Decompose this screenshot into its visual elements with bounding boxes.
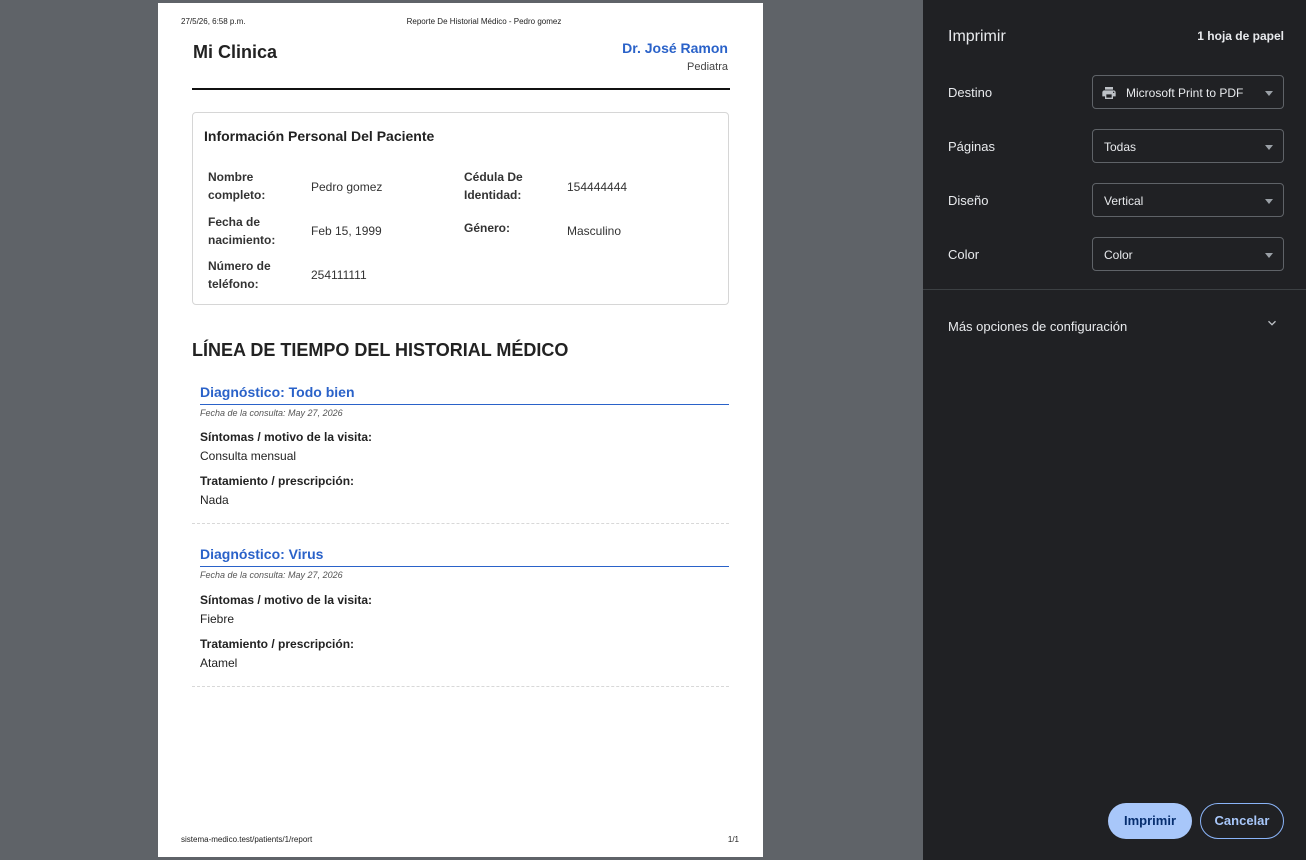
patient-info-title: Información Personal Del Paciente xyxy=(204,128,435,144)
print-button[interactable]: Imprimir xyxy=(1108,803,1192,839)
treatment-text: Nada xyxy=(200,493,229,507)
destination-label: Destino xyxy=(948,85,993,100)
destination-value: Microsoft Print to PDF xyxy=(1126,86,1244,100)
print-dialog-title: Imprimir xyxy=(948,28,1006,45)
full-name-value: Pedro gomez xyxy=(311,180,383,194)
panel-divider xyxy=(923,289,1306,290)
destination-select[interactable]: Microsoft Print to PDF xyxy=(1092,75,1284,109)
preview-page: 27/5/26, 6:58 p.m. Reporte De Historial … xyxy=(158,3,763,857)
diagnosis-title: Diagnóstico: Todo bien xyxy=(200,384,355,400)
diagnosis-underline xyxy=(200,566,729,567)
page-header-title: Reporte De Historial Médico - Pedro gome… xyxy=(406,17,562,26)
gender-label: Género: xyxy=(464,221,511,235)
chevron-down-icon[interactable] xyxy=(1265,316,1279,330)
sheet-count: 1 hoja de papel xyxy=(1197,29,1284,43)
full-name-label: Nombre completo: xyxy=(208,170,266,202)
treatment-label: Tratamiento / prescripción: xyxy=(200,637,355,651)
cancel-button[interactable]: Cancelar xyxy=(1200,803,1284,839)
id-value: 154444444 xyxy=(567,180,628,194)
doctor-specialty: Pediatra xyxy=(687,61,728,73)
timeline-entry: Diagnóstico: Todo bien Fecha de la consu… xyxy=(192,384,729,524)
page-footer-url: sistema-medico.test/patients/1/report xyxy=(181,835,313,844)
chevron-down-icon xyxy=(1265,253,1273,258)
print-settings-panel: Imprimir 1 hoja de papel Destino Microso… xyxy=(923,0,1306,860)
color-value: Color xyxy=(1104,248,1133,262)
treatment-label: Tratamiento / prescripción: xyxy=(200,474,355,488)
color-select[interactable]: Color xyxy=(1092,237,1284,271)
print-preview-area: 27/5/26, 6:58 p.m. Reporte De Historial … xyxy=(0,0,923,860)
layout-select[interactable]: Vertical xyxy=(1092,183,1284,217)
more-settings-toggle[interactable]: Más opciones de configuración xyxy=(948,319,1127,334)
chevron-down-icon xyxy=(1265,145,1273,150)
gender-value: Masculino xyxy=(567,224,622,238)
symptoms-text: Fiebre xyxy=(200,612,235,626)
patient-info-card: Información Personal Del Paciente Nombre… xyxy=(192,112,729,305)
symptoms-text: Consulta mensual xyxy=(200,449,297,463)
doctor-name: Dr. José Ramon xyxy=(622,40,728,56)
timeline-title: LÍNEA DE TIEMPO DEL HISTORIAL MÉDICO xyxy=(192,340,569,360)
layout-label: Diseño xyxy=(948,193,989,208)
page-footer-number: 1/1 xyxy=(727,835,739,844)
chevron-down-icon xyxy=(1265,91,1273,96)
phone-label: Número de teléfono: xyxy=(208,259,271,291)
pages-label: Páginas xyxy=(948,139,995,154)
phone-value: 254111111 xyxy=(311,268,367,282)
dob-value: Feb 15, 1999 xyxy=(311,224,382,238)
treatment-text: Atamel xyxy=(200,656,238,670)
header-divider xyxy=(192,88,730,90)
consultation-date: Fecha de la consulta: May 27, 2026 xyxy=(200,408,343,418)
diagnosis-underline xyxy=(200,404,729,405)
symptoms-label: Síntomas / motivo de la visita: xyxy=(200,430,373,444)
diagnosis-title: Diagnóstico: Virus xyxy=(200,546,324,562)
timeline-entry: Diagnóstico: Virus Fecha de la consulta:… xyxy=(192,546,729,687)
dob-label: Fecha de nacimiento: xyxy=(208,215,276,247)
color-label: Color xyxy=(948,247,980,262)
chevron-down-icon xyxy=(1265,199,1273,204)
clinic-name: Mi Clinica xyxy=(193,42,278,62)
layout-value: Vertical xyxy=(1104,194,1144,208)
pages-select[interactable]: Todas xyxy=(1092,129,1284,163)
consultation-date: Fecha de la consulta: May 27, 2026 xyxy=(200,570,343,580)
id-label: Cédula De Identidad: xyxy=(464,170,523,202)
printer-icon xyxy=(1102,87,1116,99)
pages-value: Todas xyxy=(1104,140,1137,154)
symptoms-label: Síntomas / motivo de la visita: xyxy=(200,593,373,607)
